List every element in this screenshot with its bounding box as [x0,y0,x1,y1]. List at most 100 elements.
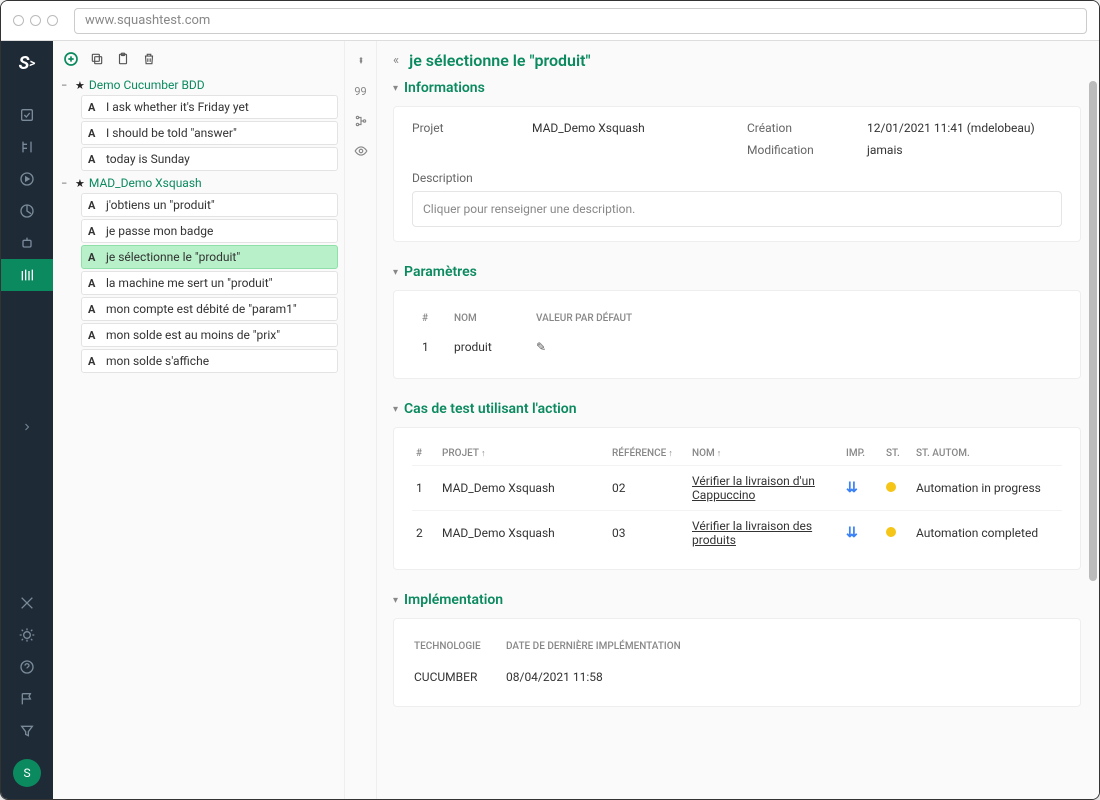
app-logo[interactable]: S> [1,41,53,85]
importance-icon: ⇊ [846,480,858,496]
tc-link[interactable]: Vérifier la livraison des produits [692,519,812,547]
collapse-panel-icon[interactable]: « [393,53,399,68]
browser-frame: www.squashtest.com S> S [0,0,1100,800]
col-projet[interactable]: Projet↑ [438,442,608,466]
col-technologie: Technologie [414,635,504,662]
nav-automation[interactable] [1,227,53,259]
tree-item[interactable]: Ala machine me sert un "produit" [81,271,338,295]
nav-settings[interactable] [1,587,53,619]
nav-flag[interactable] [1,683,53,715]
sort-up-icon: ↑ [481,449,486,459]
collapse-icon: − [61,177,71,190]
informations-card: Projet MAD_Demo Xsquash Création 12/01/2… [393,106,1081,242]
count-badge[interactable]: 99 [349,79,373,103]
paste-button[interactable] [115,51,131,67]
tree-item[interactable]: Atoday is Sunday [81,147,338,171]
scrollbar[interactable] [1087,41,1097,799]
tree-item[interactable]: Aje passe mon badge [81,219,338,243]
modification-label: Modification [747,143,847,157]
section-title: Paramètres [404,264,477,280]
table-row[interactable]: 1 produit ✎ [414,332,1060,362]
tree-item[interactable]: Amon solde s'affiche [81,349,338,373]
section-parametres: ▾ Paramètres # Nom Valeur par défaut 1 [393,264,1081,379]
tree-item-label: la machine me sert un "produit" [106,276,272,290]
tree-item[interactable]: AI ask whether it's Friday yet [81,95,338,119]
table-row: CUCUMBER 08/04/2021 11:58 [414,664,1060,690]
nav-requirements[interactable] [1,131,53,163]
table-row[interactable]: 1 MAD_Demo Xsquash 02 Vérifier la livrai… [412,466,1062,511]
content: 99 « je sélectionne le "produit" ▾ Infor… [345,41,1099,799]
col-reference[interactable]: Référence↑ [608,442,688,466]
nav-home[interactable] [1,99,53,131]
tree-item[interactable]: Amon compte est débité de "param1" [81,297,338,321]
implementation-table: Technologie Date de dernière implémentat… [412,633,1062,692]
col-st: St. [882,442,912,466]
traffic-light-maximize[interactable] [47,15,58,26]
collapse-icon: − [61,79,71,92]
description-label: Description [412,171,1062,185]
delete-button[interactable] [141,51,157,67]
tree-project-mad-demo[interactable]: − ★ MAD_Demo Xsquash [59,173,338,193]
eye-tab-icon[interactable] [349,139,373,163]
nav-actions[interactable] [1,259,53,291]
tc-st-autom: Automation in progress [912,466,1062,511]
projet-value: MAD_Demo Xsquash [532,121,727,135]
nav-help[interactable] [1,651,53,683]
scrollbar-thumb[interactable] [1089,81,1097,581]
url-bar[interactable]: www.squashtest.com [74,8,1087,34]
creation-label: Création [747,121,847,135]
tree-item-label: today is Sunday [106,152,190,166]
traffic-light-minimize[interactable] [30,15,41,26]
page-title: je sélectionne le "produit" [409,51,591,70]
section-header-informations[interactable]: ▾ Informations [393,80,1081,96]
tree-item[interactable]: Aje sélectionne le "produit" [81,245,338,269]
nav-filter[interactable] [1,715,53,747]
type-badge: A [88,251,100,264]
info-tab-icon[interactable] [349,49,373,73]
tc-link[interactable]: Vérifier la livraison d'un Cappuccino [692,474,815,502]
col-num: # [414,307,444,330]
section-title: Implémentation [404,592,503,608]
tree-tab-icon[interactable] [349,109,373,133]
section-header-implementation[interactable]: ▾ Implémentation [393,592,1081,608]
tc-num: 1 [412,466,438,511]
type-badge: A [88,355,100,368]
nav-campaigns[interactable] [1,163,53,195]
tree-item-label: mon solde est au moins de "prix" [106,328,280,342]
tree-project-demo-cucumber[interactable]: − ★ Demo Cucumber BDD [59,75,338,95]
tree-item[interactable]: AI should be told "answer" [81,121,338,145]
nav-collapse[interactable] [1,411,53,443]
impl-date: 08/04/2021 11:58 [506,664,1060,690]
project-name: MAD_Demo Xsquash [89,176,202,190]
chevron-down-icon: ▾ [393,83,398,94]
add-button[interactable] [63,51,79,67]
table-row[interactable]: 2 MAD_Demo Xsquash 03 Vérifier la livrai… [412,511,1062,556]
section-implementation: ▾ Implémentation Technologie Date de der… [393,592,1081,707]
col-st-autom: St. autom. [912,442,1062,466]
app: S> S − [1,41,1099,799]
section-header-parametres[interactable]: ▾ Paramètres [393,264,1081,280]
browser-bar: www.squashtest.com [1,1,1099,41]
user-avatar[interactable]: S [13,759,41,787]
tree-item[interactable]: Amon solde est au moins de "prix" [81,323,338,347]
description-input[interactable]: Cliquer pour renseigner une description. [412,191,1062,227]
col-nom[interactable]: Nom↑ [688,442,842,466]
modification-value: jamais [867,143,1062,157]
section-cas-de-test: ▾ Cas de test utilisant l'action # Proje… [393,401,1081,570]
main-header: « je sélectionne le "produit" [393,51,1081,70]
type-badge: A [88,225,100,238]
col-num: # [412,442,438,466]
edit-icon[interactable]: ✎ [536,340,546,354]
chevron-down-icon: ▾ [393,267,398,278]
copy-button[interactable] [89,51,105,67]
col-valeur: Valeur par défaut [528,307,1060,330]
nav-bugs[interactable] [1,619,53,651]
section-header-cas-de-test[interactable]: ▾ Cas de test utilisant l'action [393,401,1081,417]
traffic-lights [13,15,58,26]
detail-icon-rail: 99 [345,41,377,799]
cas-de-test-table: # Projet↑ Référence↑ Nom↑ Imp. St. St. a… [412,442,1062,555]
tree-item-label: je passe mon badge [106,224,213,238]
traffic-light-close[interactable] [13,15,24,26]
tree-item[interactable]: Aj'obtiens un "produit" [81,193,338,217]
nav-reports[interactable] [1,195,53,227]
